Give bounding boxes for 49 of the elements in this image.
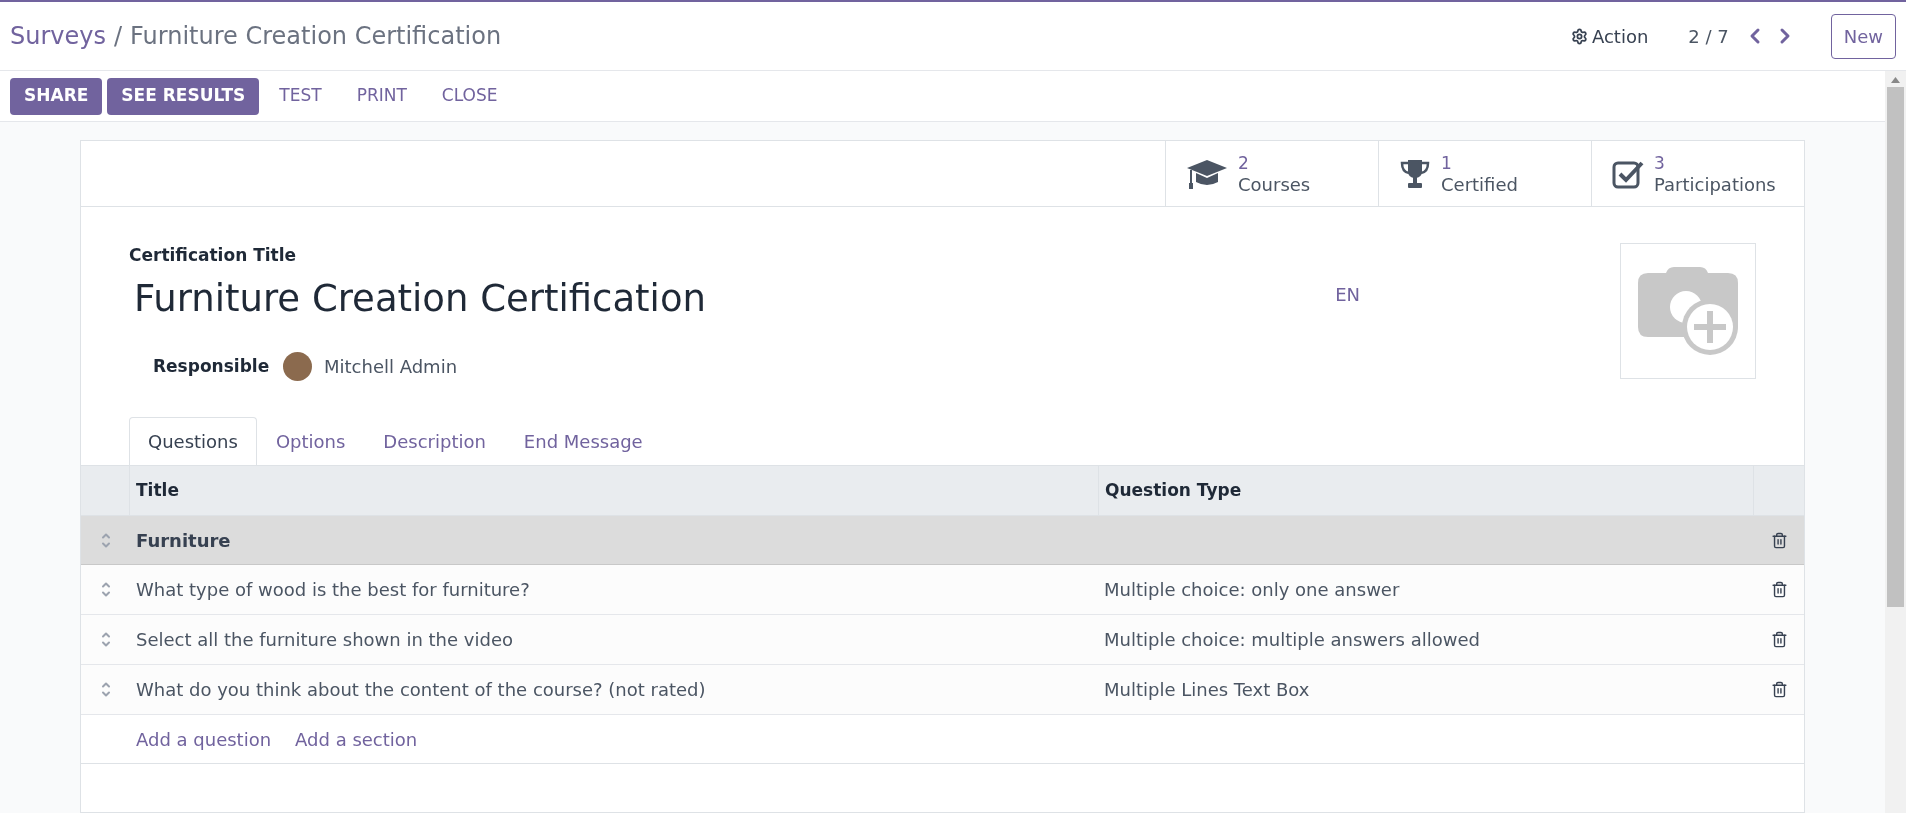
stat-label: Courses (1238, 173, 1311, 196)
breadcrumb-separator: / (114, 21, 123, 52)
field-label: Certification Title (129, 244, 298, 267)
toolbar-button[interactable]: TEST (264, 77, 337, 115)
scrollbar[interactable] (1885, 71, 1906, 813)
section-row[interactable]: Furniture (81, 516, 1804, 565)
column-header[interactable]: Question Type (1098, 466, 1754, 515)
breadcrumb-current: Furniture Creation Certification (130, 21, 502, 52)
stat-count: 2 (1238, 151, 1250, 174)
new-button[interactable]: New (1830, 13, 1896, 59)
toolbar-button[interactable]: SEE RESULTS (107, 77, 260, 115)
toolbar-button[interactable]: SHARE (10, 77, 103, 115)
graduation-cap-icon (1186, 157, 1228, 190)
table-cell-text: What do you think about the content of the course? (not rated) (135, 678, 707, 702)
action-button[interactable]: Action (1570, 22, 1649, 50)
tab[interactable]: Description (364, 417, 505, 465)
stat-count: 1 (1441, 151, 1453, 174)
table-cell-text: Multiple Lines Text Box (1103, 678, 1311, 702)
tab[interactable]: End Message (504, 417, 662, 465)
camera-add-icon (1636, 265, 1740, 357)
stat-label: Participations (1654, 173, 1776, 196)
trophy-icon (1399, 157, 1431, 190)
add-link[interactable]: Add a question (136, 725, 272, 753)
responsible-value[interactable]: Mitchell Admin (324, 353, 458, 380)
pager-value: 2 / 7 (1688, 24, 1729, 49)
settings-icon (1570, 27, 1588, 45)
stat-button[interactable]: 2 Courses (1165, 141, 1378, 206)
tab[interactable]: Questions (129, 417, 257, 465)
avatar (283, 352, 312, 381)
table-cell-text: Select all the furniture shown in the video (135, 628, 514, 652)
toolbar-button[interactable]: CLOSE (426, 77, 513, 115)
table-cell-text: What type of wood is the best for furniture? (135, 578, 531, 602)
scroll-up-arrow-icon[interactable] (1891, 77, 1900, 83)
language-button[interactable]: EN (1335, 281, 1360, 308)
stat-button[interactable]: 3 Participations (1591, 141, 1804, 206)
title-field[interactable]: Furniture Creation Certification (134, 270, 934, 326)
toolbar-button[interactable]: PRINT (341, 77, 422, 115)
stat-label: Certified (1441, 173, 1518, 196)
table-cell-text: Multiple choice: only one answer (1103, 578, 1401, 602)
image-upload[interactable] (1620, 243, 1756, 379)
column-header[interactable]: Title (130, 477, 1098, 504)
field-label: Responsible (153, 354, 271, 378)
add-link[interactable]: Add a section (295, 725, 418, 753)
table-cell-text: Furniture (135, 528, 232, 553)
table-cell-text: Multiple choice: multiple answers allowed (1103, 628, 1481, 652)
breadcrumb-link[interactable]: Surveys (10, 18, 106, 54)
stat-count: 3 (1654, 151, 1666, 174)
tab[interactable]: Options (256, 417, 365, 465)
stat-button[interactable]: 1 Certified (1378, 141, 1591, 206)
